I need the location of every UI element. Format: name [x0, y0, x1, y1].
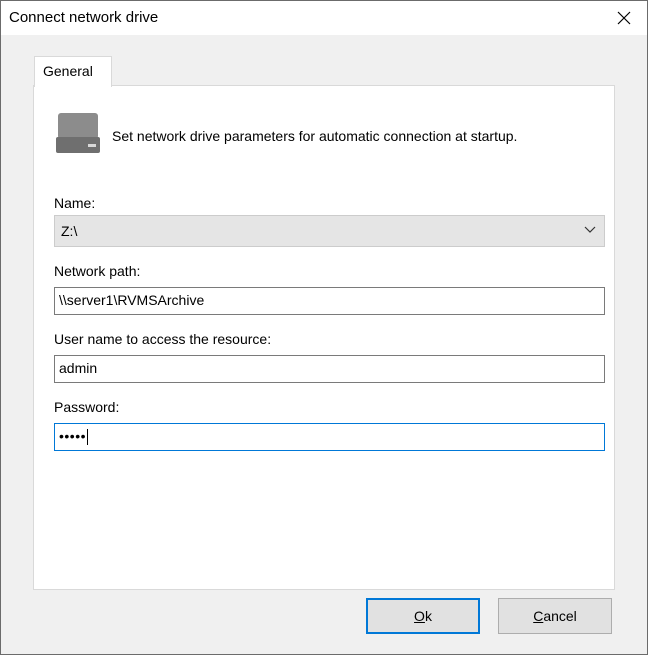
connect-network-drive-dialog: Connect network drive General Set networ… [0, 0, 648, 655]
general-tab-panel: Set network drive parameters for automat… [33, 85, 615, 590]
user-name-input[interactable]: admin [54, 355, 605, 383]
title-bar: Connect network drive [1, 1, 647, 35]
tab-general[interactable]: General [34, 56, 112, 87]
password-value: ••••• [59, 428, 87, 444]
cancel-button[interactable]: Cancel [498, 598, 612, 634]
close-button[interactable] [601, 1, 647, 35]
name-dropdown[interactable]: Z:\ [54, 215, 605, 247]
window-title: Connect network drive [9, 9, 159, 26]
tab-general-label: General [43, 63, 93, 79]
chevron-down-icon [584, 226, 596, 233]
name-label: Name: [54, 195, 96, 211]
user-name-value: admin [59, 360, 98, 376]
user-name-label: User name to access the resource: [54, 331, 272, 347]
close-icon [617, 11, 631, 25]
ok-button[interactable]: Ok [366, 598, 480, 634]
ok-button-label: k [424, 608, 432, 624]
cancel-button-mnemonic: C [533, 608, 544, 624]
drive-icon [56, 113, 100, 153]
text-caret [87, 429, 89, 446]
password-label: Password: [54, 399, 120, 415]
network-path-input[interactable]: \\server1\RVMSArchive [54, 287, 605, 315]
description-text: Set network drive parameters for automat… [112, 128, 518, 144]
cancel-button-label: ancel [543, 608, 577, 624]
password-input[interactable]: ••••• [54, 423, 605, 451]
ok-button-mnemonic: O [414, 608, 425, 624]
name-dropdown-value: Z:\ [61, 223, 78, 239]
network-path-value: \\server1\RVMSArchive [59, 292, 205, 308]
network-path-label: Network path: [54, 263, 141, 279]
